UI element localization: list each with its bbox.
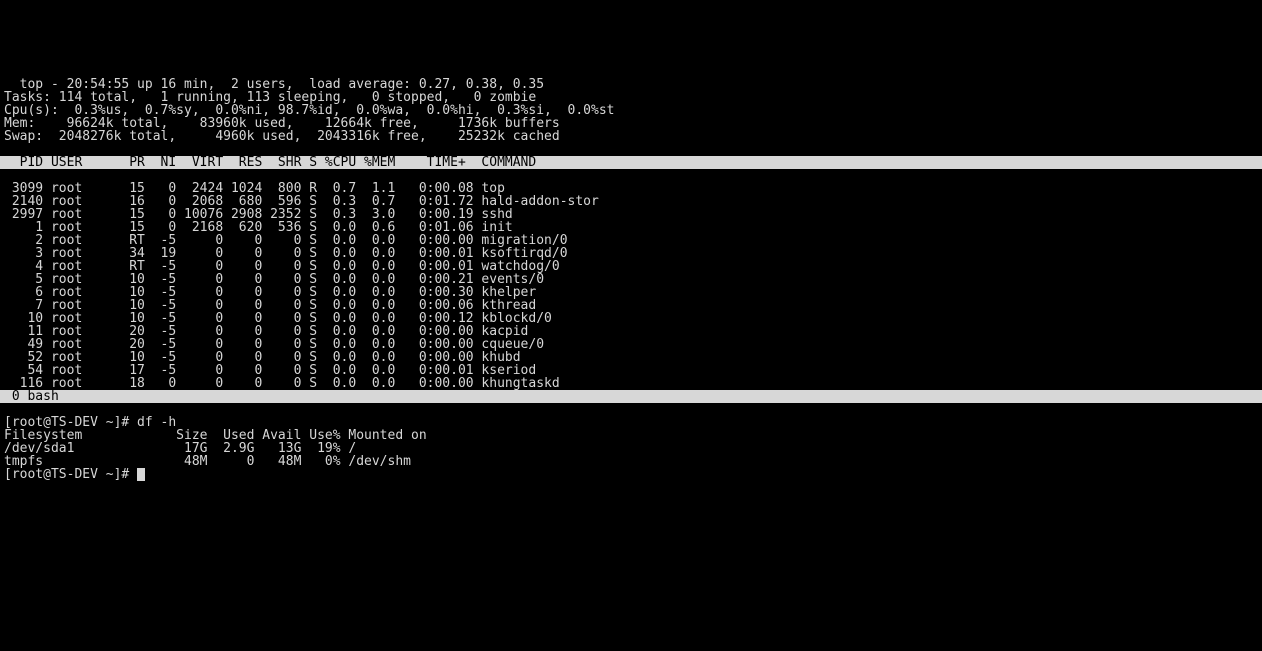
top-pane-status-bar: 0 bash (0, 390, 1262, 403)
cursor-icon (137, 468, 145, 481)
bottom-pane[interactable]: [root@TS-DEV ~]# df -h Filesystem Size U… (0, 416, 1262, 651)
shell-prompt-line[interactable]: [root@TS-DEV ~]# (0, 467, 145, 482)
top-columns-header: PID USER PR NI VIRT RES SHR S %CPU %MEM … (0, 156, 1262, 169)
process-row: 116 root 18 0 0 0 0 S 0.0 0.0 0:00.00 kh… (0, 376, 560, 391)
top-pane-status-text: 0 bash (0, 389, 59, 404)
top-columns-pad (536, 155, 1262, 170)
top-columns-text: PID USER PR NI VIRT RES SHR S %CPU %MEM … (0, 155, 536, 170)
top-pane[interactable]: top - 20:54:55 up 16 min, 2 users, load … (0, 65, 1262, 416)
top-summary-line-5: Swap: 2048276k total, 4960k used, 204331… (0, 129, 560, 144)
shell-prompt: [root@TS-DEV ~]# (4, 467, 137, 482)
